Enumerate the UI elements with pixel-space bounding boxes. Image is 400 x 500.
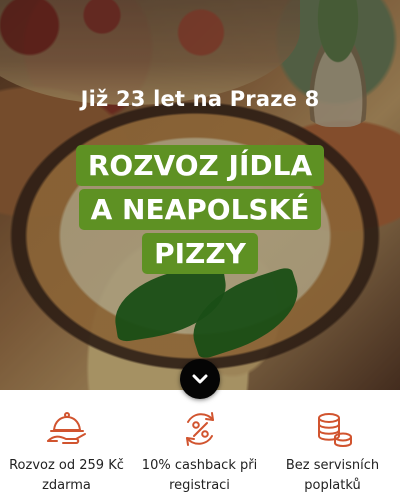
scroll-down-button[interactable]	[180, 359, 220, 399]
hero-title-line: PIZZY	[142, 233, 258, 274]
benefit-free-delivery: Rozvoz od 259 Kč zdarma	[0, 410, 133, 496]
benefit-text: Bez servisních poplatků	[285, 458, 380, 493]
cashback-icon	[185, 412, 214, 446]
benefits-section: Rozvoz od 259 Kč zdarma 10% cashback při…	[0, 390, 400, 500]
hero-image: Již 23 let na Praze 8 ROZVOZ JÍDLA A NEA…	[0, 0, 400, 400]
coins-icon	[317, 413, 352, 447]
hero-title-line: ROZVOZ JÍDLA	[75, 145, 325, 186]
benefit-no-service-fees: Bez servisních poplatků	[266, 410, 399, 496]
hero-title: ROZVOZ JÍDLA A NEAPOLSKÉ PIZZY	[0, 145, 400, 277]
benefit-text: Rozvoz od 259 Kč zdarma	[9, 458, 124, 493]
hero-subtitle: Již 23 let na Praze 8	[80, 87, 320, 111]
benefit-cashback: 10% cashback při registraci	[133, 410, 266, 496]
hero-title-line: A NEAPOLSKÉ	[78, 189, 322, 230]
chevron-down-icon	[192, 374, 208, 384]
food-delivery-icon	[46, 412, 86, 444]
benefit-text: 10% cashback při registraci	[141, 458, 258, 493]
